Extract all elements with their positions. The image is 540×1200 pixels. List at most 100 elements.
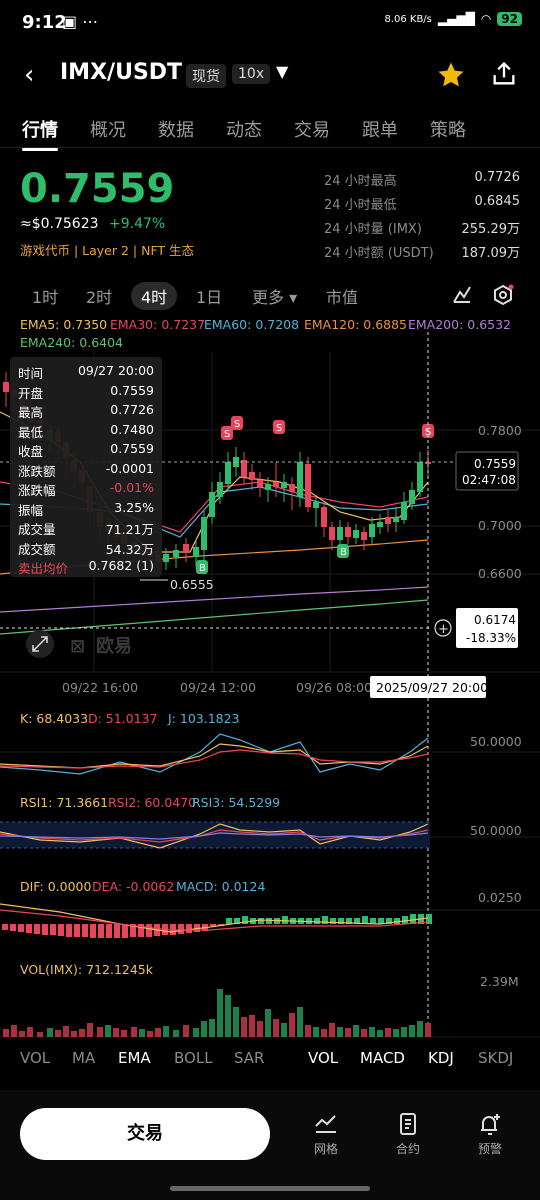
- stat-value: 255.29万: [461, 222, 521, 237]
- ind-vol[interactable]: VOL: [20, 1049, 50, 1067]
- notification-icons: ▣ ⋯: [62, 12, 99, 31]
- tooltip-key: 涨跌幅: [18, 483, 56, 498]
- candle: [353, 524, 359, 544]
- macd-dea-label: DEA: -0.0062: [92, 879, 174, 894]
- usd-value: ≈$0.75623: [20, 216, 99, 232]
- candle: [305, 457, 311, 512]
- expand-icon[interactable]: [26, 630, 54, 658]
- volume-bar: [183, 1025, 189, 1037]
- stat-row: 24 小时最高 0.7726: [324, 170, 520, 194]
- tab-market[interactable]: 行情: [22, 116, 58, 151]
- volume-bar: [97, 1027, 103, 1037]
- macd-bar: [26, 924, 32, 933]
- macd-bar: [394, 918, 400, 924]
- grid-label: 网格: [313, 1142, 338, 1156]
- candle: [173, 544, 179, 568]
- market-tag: 现货: [186, 64, 226, 88]
- macd-bar: [106, 924, 112, 938]
- tooltip-value: 0.7682 (1): [88, 558, 154, 573]
- alert-button[interactable]: 预警: [460, 1112, 520, 1157]
- candle: [3, 372, 9, 407]
- tab-trade[interactable]: 交易: [294, 116, 330, 142]
- interval-marketcap[interactable]: 市值: [326, 284, 358, 308]
- tooltip-value: 0.7726: [110, 402, 154, 417]
- grid-icon: [315, 1115, 336, 1133]
- interval-1h[interactable]: 1时: [32, 284, 58, 308]
- pair-title[interactable]: IMX/USDT: [60, 60, 182, 85]
- volume-bar: [337, 1027, 343, 1037]
- macd-bar: [58, 924, 64, 936]
- bottom-bar: 交易 网格 合约 预警: [0, 1090, 540, 1200]
- volume-bar: [201, 1021, 207, 1037]
- tooltip-value: -0.01%: [109, 480, 154, 495]
- contract-button[interactable]: 合约: [378, 1112, 438, 1157]
- tab-data[interactable]: 数据: [158, 116, 194, 142]
- candle: [393, 507, 399, 532]
- macd-bar: [258, 918, 264, 924]
- leverage-tag[interactable]: 10x: [232, 64, 271, 84]
- candle: [289, 477, 295, 510]
- share-icon[interactable]: [490, 60, 518, 88]
- net-speed: 8.06 KB/s: [384, 13, 432, 25]
- tab-copy[interactable]: 跟单: [362, 116, 398, 142]
- buy-marker[interactable]: B: [196, 560, 208, 574]
- ind-sub-vol[interactable]: VOL: [308, 1049, 338, 1067]
- vol-axis: 2.39M: [480, 974, 519, 989]
- volume-bar: [113, 1028, 119, 1037]
- back-icon[interactable]: ‹: [24, 60, 34, 90]
- sell-marker[interactable]: S: [231, 416, 243, 430]
- sell-marker[interactable]: S: [221, 426, 233, 440]
- tooltip-key: 收盘: [18, 444, 44, 459]
- ind-boll[interactable]: BOLL: [174, 1049, 213, 1067]
- ind-ma[interactable]: MA: [72, 1049, 95, 1067]
- watermark-logo-icon: ⊠: [70, 636, 85, 657]
- ind-ema[interactable]: EMA: [118, 1049, 151, 1067]
- tooltip-row: 最低 0.7480: [18, 422, 154, 441]
- token-tags[interactable]: 游戏代币 | Layer 2 | NFT 生态: [20, 240, 194, 259]
- candle: [257, 472, 263, 497]
- tooltip-key: 振幅: [18, 502, 44, 518]
- tooltip-row: 成交额 54.32万: [18, 539, 154, 558]
- interval-1d[interactable]: 1日: [196, 284, 222, 308]
- interval-2h[interactable]: 2时: [86, 284, 112, 308]
- interval-4h[interactable]: 4时: [131, 282, 178, 310]
- sell-marker[interactable]: S: [273, 420, 285, 434]
- tooltip-value: 09/27 20:00: [77, 363, 154, 378]
- gear-icon[interactable]: [492, 284, 514, 306]
- volume-bar: [385, 1028, 391, 1037]
- tooltip-value: -0.0001: [105, 460, 154, 476]
- volume-bar: [393, 1029, 399, 1037]
- chevron-down-icon[interactable]: ▼: [276, 62, 288, 81]
- macd-bar: [114, 924, 120, 938]
- kdj-j-label: J: 103.1823: [167, 711, 240, 726]
- candle: [297, 452, 303, 507]
- svg-text:S: S: [224, 429, 230, 440]
- ema240-line: [0, 599, 429, 635]
- ind-skdj[interactable]: SKDJ: [478, 1049, 513, 1067]
- tooltip-row: 最高 0.7726: [18, 402, 154, 421]
- rsi1-label: RSI1: 71.3661: [20, 795, 108, 810]
- kdj-d-label: D: 51.0137: [88, 711, 158, 726]
- trade-button[interactable]: 交易: [20, 1108, 270, 1160]
- volume-bar: [273, 1019, 279, 1037]
- macd-bar: [2, 924, 8, 930]
- ema-legend: EMA5: 0.7350 EMA30: 0.7237 EMA60: 0.7208…: [20, 317, 511, 350]
- ind-macd[interactable]: MACD: [360, 1049, 405, 1067]
- buy-marker[interactable]: B: [337, 544, 349, 558]
- ema30-label: EMA30: 0.7237: [110, 317, 205, 332]
- ind-sar[interactable]: SAR: [234, 1049, 264, 1067]
- kdj-d-line: [0, 749, 429, 769]
- grid-button[interactable]: 网格: [296, 1112, 356, 1157]
- macd-bar: [34, 924, 40, 934]
- candle: [249, 464, 255, 490]
- volume-bar: [233, 1007, 239, 1037]
- star-icon[interactable]: [436, 60, 466, 90]
- indicator-settings-icon[interactable]: [452, 284, 472, 304]
- tooltip-row: 振幅 3.25%: [18, 500, 154, 519]
- tab-overview[interactable]: 概况: [90, 116, 126, 142]
- tab-strategy[interactable]: 策略: [430, 116, 466, 142]
- tab-news[interactable]: 动态: [226, 116, 262, 142]
- tooltip-value: 3.25%: [114, 499, 154, 515]
- ind-kdj[interactable]: KDJ: [428, 1049, 454, 1067]
- interval-more[interactable]: 更多 ▾: [252, 284, 297, 308]
